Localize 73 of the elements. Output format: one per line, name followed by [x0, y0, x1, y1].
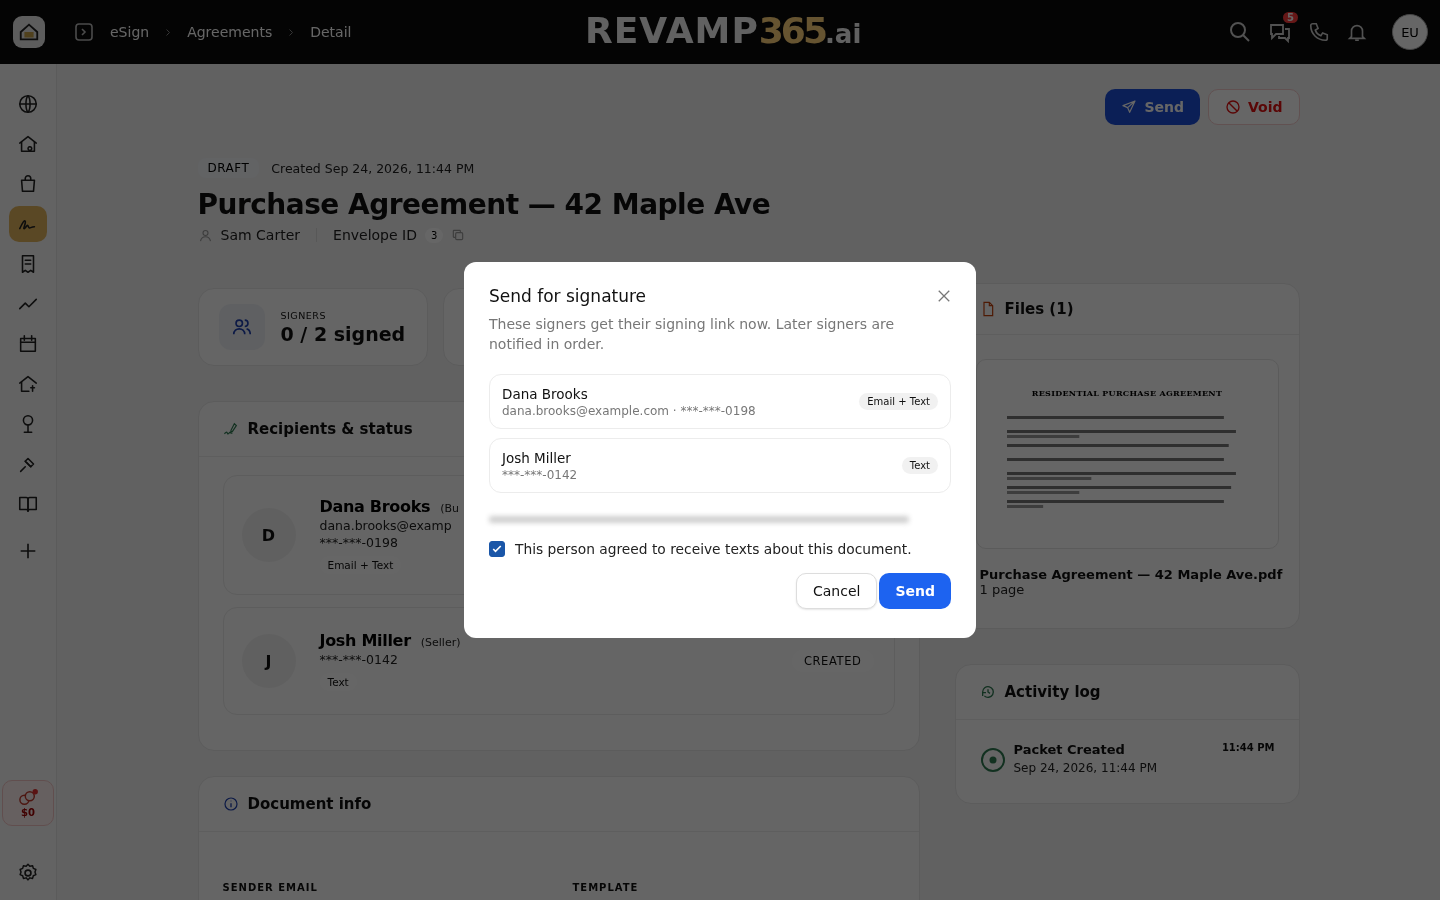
person-icon — [197, 227, 213, 243]
card-title: Recipients & status — [247, 420, 413, 438]
recipient-role: (Bu — [440, 501, 460, 515]
initial-avatar: D — [241, 508, 296, 562]
page-count: 1 page — [979, 582, 1026, 597]
breadcrumb-link[interactable]: eSign — [110, 24, 150, 40]
calendar-icon — [17, 333, 39, 355]
copy-icon[interactable] — [451, 228, 466, 242]
chevron-icon — [288, 27, 295, 37]
consent-checkbox[interactable] — [489, 541, 505, 557]
brand-logo: REVAMP365.ai — [585, 10, 862, 51]
app-logo-icon[interactable] — [13, 16, 45, 48]
stat-value: 0 / 2 signed — [280, 322, 406, 345]
close-icon[interactable] — [937, 289, 951, 303]
sidebar-item[interactable] — [9, 206, 47, 242]
signer-contact: ***-***-0142 — [502, 467, 578, 482]
initial-avatar: J — [241, 634, 296, 688]
recipient-role: (Seller) — [420, 636, 461, 649]
signer-contact: dana.brooks@example.com · ***-***-0198 — [502, 403, 756, 418]
history-icon — [979, 684, 996, 700]
checkmark-icon — [491, 543, 503, 555]
card-title: Files (1) — [1004, 300, 1074, 318]
recipient-contact: ***-***-0198 — [319, 534, 398, 550]
void-button[interactable]: Void — [1208, 89, 1300, 125]
timeline-dot-icon — [979, 747, 1006, 773]
phone-icon[interactable] — [1308, 21, 1330, 43]
wallet-button[interactable]: $0 — [2, 780, 54, 826]
file-name[interactable]: Purchase Agreement — 42 Maple Ave.pdf — [979, 567, 1299, 582]
signature-icon — [222, 421, 239, 437]
card-title: Activity log — [1004, 683, 1101, 701]
envelope-id: 3 — [424, 227, 444, 243]
document-heading: RESIDENTIAL PURCHASE AGREEMENT — [1031, 388, 1223, 398]
breadcrumb-link[interactable]: Detail — [310, 24, 352, 40]
search-icon[interactable] — [1228, 20, 1252, 44]
sidebar-toggle-icon[interactable] — [74, 22, 94, 42]
envelope-label: Envelope ID — [333, 227, 417, 243]
coins-icon — [17, 788, 39, 807]
globe-icon — [17, 93, 39, 115]
send-button[interactable]: Send — [1105, 89, 1200, 125]
event-time: 11:44 PM — [1221, 742, 1275, 753]
send-icon — [1121, 99, 1138, 115]
recipient-contact: dana.brooks@examp — [319, 517, 452, 533]
notification-badge: 5 — [1283, 12, 1298, 23]
owner-name: Sam Carter — [220, 227, 301, 243]
recipient-name: Josh Miller — [319, 631, 411, 650]
signer-name: Dana Brooks — [502, 385, 589, 402]
event-date: Sep 24, 2026, 11:44 PM — [1013, 761, 1158, 775]
house-icon — [17, 373, 39, 395]
created-date: Created Sep 24, 2026, 11:44 PM — [271, 160, 475, 176]
wallet-balance: $0 — [21, 806, 35, 818]
info-icon — [222, 796, 239, 812]
field-label: TEMPLATE — [572, 882, 640, 893]
breadcrumb-link[interactable]: Agreements — [187, 24, 273, 40]
send-button[interactable]: Send — [879, 573, 951, 609]
cancel-button[interactable]: Cancel — [796, 573, 878, 609]
house-icon — [17, 133, 39, 155]
page-title: Purchase Agreement — 42 Maple Ave — [197, 188, 772, 221]
recipient-contact: ***-***-0142 — [319, 652, 398, 667]
user-avatar[interactable]: EU — [1392, 14, 1428, 50]
field-label: SENDER EMAIL — [222, 882, 319, 893]
event-title: Packet Created — [1013, 742, 1126, 757]
recipient-name: Dana Brooks — [319, 496, 431, 516]
stat-label: SIGNERS — [280, 309, 327, 321]
document-preview[interactable]: RESIDENTIAL PURCHASE AGREEMENT — [975, 359, 1279, 549]
consent-label: This person agreed to receive texts about this document. — [515, 541, 912, 557]
channel-tag: Email + Text — [859, 393, 938, 410]
signer-name: Josh Miller — [502, 449, 572, 466]
prohibited-icon — [1225, 99, 1241, 115]
channel-tag: Text — [901, 457, 938, 474]
chevron-icon — [165, 27, 172, 37]
card-title: Document info — [247, 795, 372, 813]
dialog-title: Send for signature — [489, 286, 647, 306]
dialog-description: These signers get their signing link now. Later signers are notified in order. — [489, 315, 896, 354]
